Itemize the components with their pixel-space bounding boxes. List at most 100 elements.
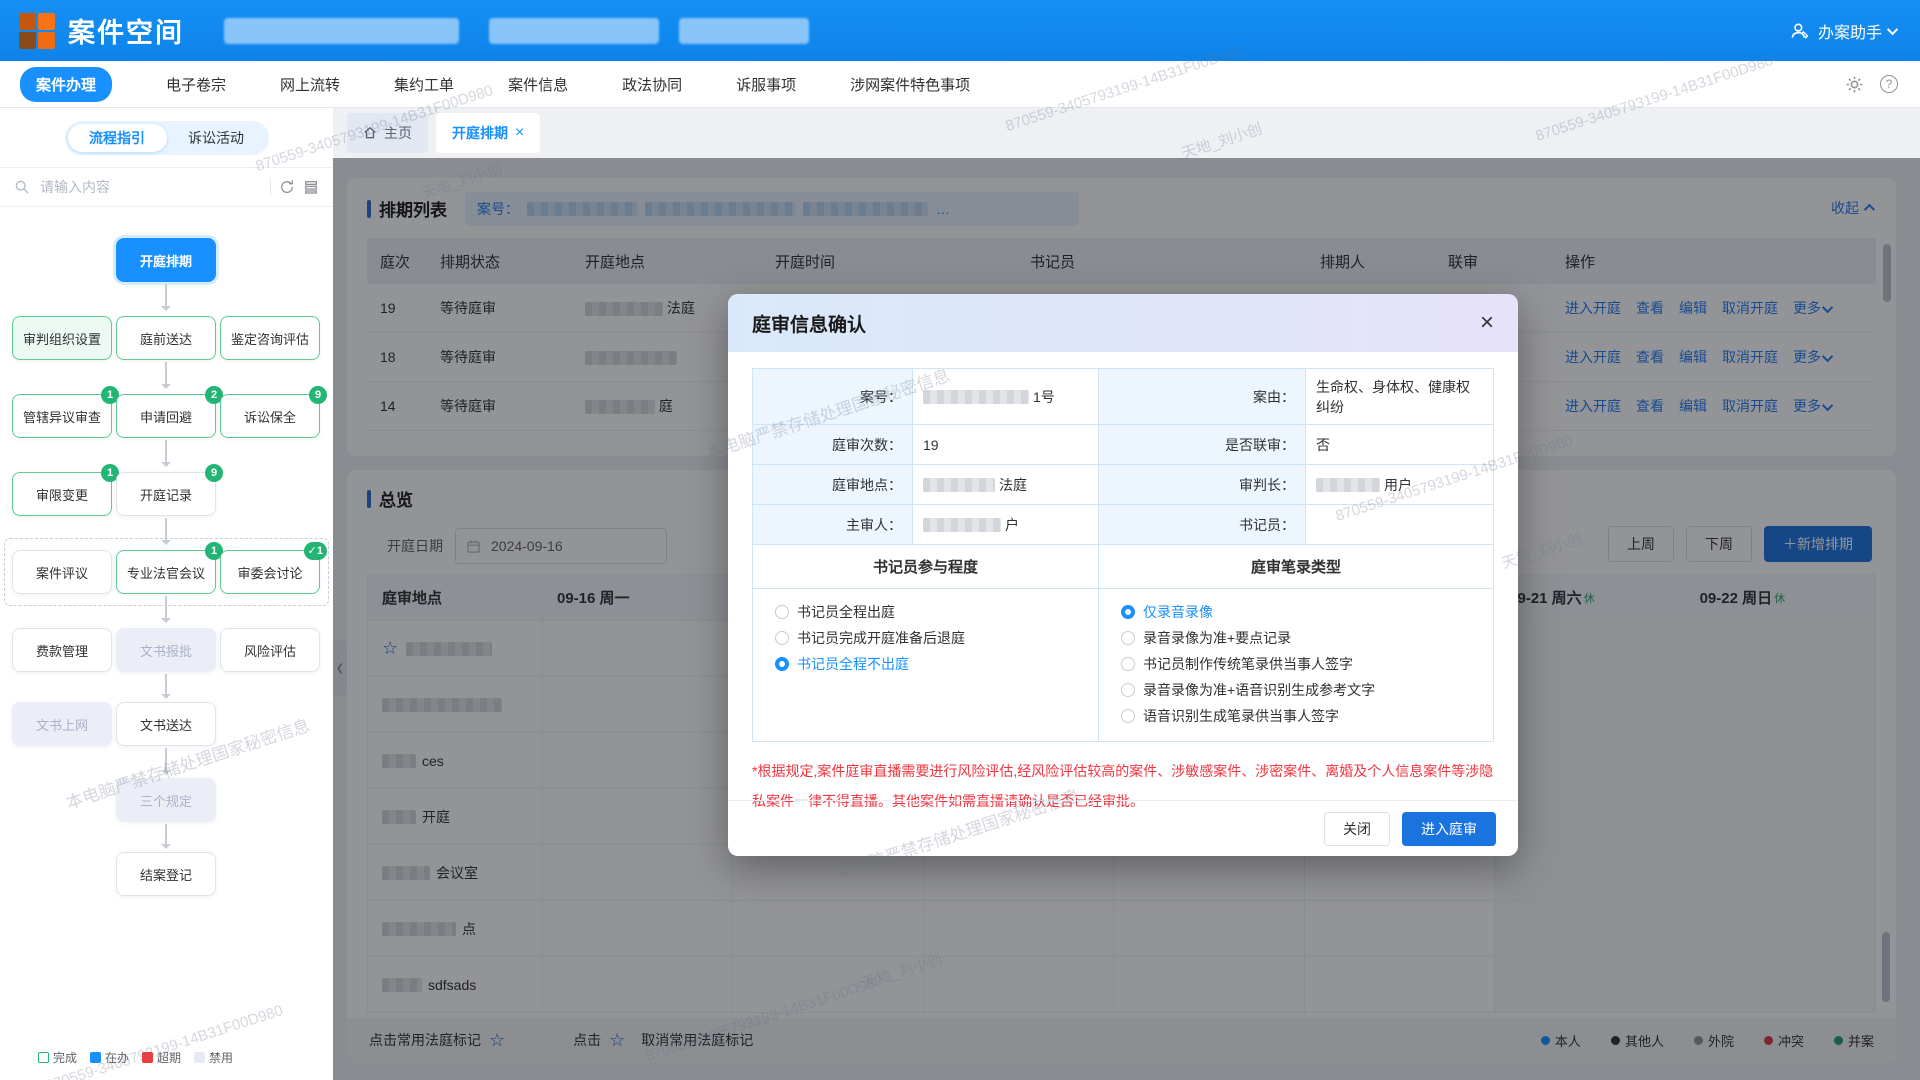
app-title: 案件空间: [68, 11, 184, 50]
flow-node-doc-approval: 文书报批: [116, 628, 216, 672]
joint-trial-label: 是否联审：: [1099, 425, 1306, 465]
trial-info-confirm-dialog: 庭审信息确认 × 案号： 1号 案由： 生命权、身体权、健康权纠纷 庭审次数： …: [728, 294, 1518, 856]
radio-icon: [1121, 605, 1135, 619]
flow-node-doc-publish: 文书上网: [12, 702, 112, 746]
radio-av-only[interactable]: 仅录音录像: [1121, 599, 1487, 625]
nav-tab-online-flow[interactable]: 网上流转: [280, 74, 340, 95]
flow-node-case-deliberation[interactable]: 案件评议: [12, 550, 112, 594]
flow-node-case-closing[interactable]: 结案登记: [116, 852, 216, 896]
trial-location-value: 法庭: [913, 465, 1099, 505]
primary-nav: 案件办理 电子卷宗 网上流转 集约工单 案件信息 政法协同 诉服事项 涉网案件特…: [0, 61, 1920, 108]
count-badge: ✓1: [304, 542, 327, 560]
flow-node-court-scheduling[interactable]: 开庭排期: [116, 238, 216, 282]
radio-icon: [1121, 683, 1135, 697]
nav-tab-legal-coord[interactable]: 政法协同: [622, 74, 682, 95]
dialog-footer: 关闭 进入庭审: [728, 800, 1518, 856]
assistant-menu[interactable]: 办案助手: [1790, 0, 1898, 61]
flow-node-trial-org-setup[interactable]: 审判组织设置: [12, 316, 112, 360]
count-badge: 9: [205, 464, 223, 482]
app-logo-icon: [18, 12, 56, 50]
radio-clerk-full-attend[interactable]: 书记员全程出庭: [775, 599, 1092, 625]
flow-node-time-limit-change[interactable]: 审限变更1: [12, 472, 112, 516]
radio-icon: [775, 657, 789, 671]
radio-icon: [1121, 709, 1135, 723]
flow-node-hearing-record[interactable]: 开庭记录9: [116, 472, 216, 516]
tab-home[interactable]: 主页: [347, 113, 428, 153]
joint-trial-value: 否: [1306, 425, 1494, 465]
home-icon: [363, 126, 377, 140]
radio-traditional-record[interactable]: 书记员制作传统笔录供当事人签字: [1121, 651, 1487, 677]
flow-node-risk-assessment[interactable]: 风险评估: [220, 628, 320, 672]
nav-tab-case-info[interactable]: 案件信息: [508, 74, 568, 95]
clerk-value: [1306, 505, 1494, 545]
case-no-value: 1号: [913, 369, 1099, 425]
legend-doing-swatch: [90, 1052, 101, 1063]
radio-icon: [775, 605, 789, 619]
cause-value: 生命权、身体权、健康权纠纷: [1306, 369, 1494, 425]
settings-gear-icon[interactable]: [1845, 75, 1864, 94]
flow-node-doc-service[interactable]: 文书送达: [116, 702, 216, 746]
flow-node-jurisdiction-objection[interactable]: 管辖异议审查1: [12, 394, 112, 438]
radio-av-plus-notes[interactable]: 录音录像为准+要点记录: [1121, 625, 1487, 651]
tab-litigation-activity[interactable]: 诉讼活动: [167, 124, 266, 152]
radio-av-plus-asr[interactable]: 录音录像为准+语音识别生成参考文字: [1121, 677, 1487, 703]
assistant-icon: [1790, 21, 1810, 41]
assistant-label: 办案助手: [1818, 19, 1882, 43]
search-input[interactable]: [38, 178, 262, 196]
radio-icon: [775, 631, 789, 645]
legend-disabled-swatch: [194, 1052, 205, 1063]
trial-location-label: 庭审地点：: [753, 465, 913, 505]
chevron-down-icon: [1887, 23, 1898, 34]
process-flowchart: 开庭排期 审判组织设置 庭前送达 鉴定咨询评估 管辖异议审查1 申请回避2 诉讼…: [0, 238, 333, 928]
tab-process-guide[interactable]: 流程指引: [68, 124, 167, 152]
layers-icon[interactable]: [303, 179, 319, 195]
divider: [270, 179, 271, 195]
session-count-label: 庭审次数：: [753, 425, 913, 465]
radio-clerk-absent[interactable]: 书记员全程不出庭: [775, 651, 1092, 677]
flow-node-pretrial-service[interactable]: 庭前送达: [116, 316, 216, 360]
flow-node-appraisal-consult[interactable]: 鉴定咨询评估: [220, 316, 320, 360]
nav-tab-work-orders[interactable]: 集约工单: [394, 74, 454, 95]
flow-node-preservation[interactable]: 诉讼保全9: [220, 394, 320, 438]
presiding-judge-label: 审判长：: [1099, 465, 1306, 505]
flow-node-three-rules: 三个规定: [116, 778, 216, 822]
search-icon: [14, 179, 30, 195]
enter-trial-button[interactable]: 进入庭审: [1402, 812, 1496, 846]
clerk-participation-options: 书记员全程出庭 书记员完成开庭准备后退庭 书记员全程不出庭: [753, 589, 1099, 742]
flow-node-recusal-request[interactable]: 申请回避2: [116, 394, 216, 438]
flow-node-judges-meeting[interactable]: 专业法官会议1: [116, 550, 216, 594]
clerk-label: 书记员：: [1099, 505, 1306, 545]
radio-asr-record[interactable]: 语音识别生成笔录供当事人签字: [1121, 703, 1487, 729]
sidebar-mode-toggle: 流程指引 诉讼活动: [65, 121, 269, 155]
record-type-header: 庭审笔录类型: [1099, 545, 1494, 589]
session-count-value: 19: [913, 425, 1099, 465]
redacted-header-text: [224, 18, 459, 44]
nav-tab-internet-cases[interactable]: 涉网案件特色事项: [850, 74, 970, 95]
app-root: 案件空间 办案助手 案件办理 电子卷宗 网上流转 集约工单 案件信息 政法协同 …: [0, 0, 1920, 1080]
flow-status-legend: 完成 在办 超期 禁用: [38, 1049, 233, 1066]
radio-icon: [1121, 657, 1135, 671]
close-icon[interactable]: ×: [1480, 311, 1494, 335]
dialog-title: 庭审信息确认: [752, 310, 866, 337]
redacted-header-text: [489, 18, 659, 44]
chief-judge-label: 主审人：: [753, 505, 913, 545]
top-header: 案件空间 办案助手: [0, 0, 1920, 61]
nav-tab-case-handling[interactable]: 案件办理: [20, 67, 112, 102]
close-button[interactable]: 关闭: [1324, 812, 1390, 846]
tab-court-scheduling[interactable]: 开庭排期 ×: [436, 113, 540, 153]
refresh-icon[interactable]: [279, 179, 295, 195]
sidebar-search-bar: [0, 167, 333, 207]
flow-node-fee-management[interactable]: 费款管理: [12, 628, 112, 672]
radio-clerk-leave-after-prep[interactable]: 书记员完成开庭准备后退庭: [775, 625, 1092, 651]
dialog-header: 庭审信息确认 ×: [728, 294, 1518, 352]
legend-done-swatch: [38, 1052, 49, 1063]
nav-tab-e-dossier[interactable]: 电子卷宗: [166, 74, 226, 95]
chief-judge-value: 户: [913, 505, 1099, 545]
flow-node-committee-discussion[interactable]: 审委会讨论✓1: [220, 550, 320, 594]
help-icon[interactable]: ?: [1880, 75, 1898, 93]
nav-tab-litigation-service[interactable]: 诉服事项: [736, 74, 796, 95]
trial-info-table: 案号： 1号 案由： 生命权、身体权、健康权纠纷 庭审次数： 19 是否联审： …: [752, 368, 1494, 742]
case-no-label: 案号：: [753, 369, 913, 425]
record-type-options: 仅录音录像 录音录像为准+要点记录 书记员制作传统笔录供当事人签字 录音录像为准…: [1099, 589, 1494, 742]
close-tab-icon[interactable]: ×: [515, 124, 524, 142]
